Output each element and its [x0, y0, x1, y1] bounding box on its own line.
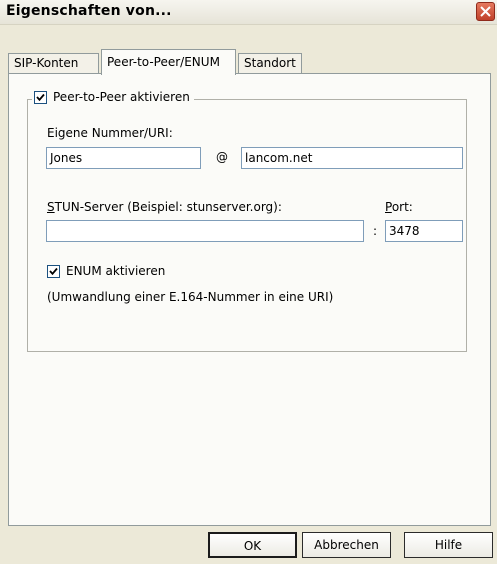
- stun-server-input[interactable]: [46, 220, 364, 242]
- tab-peer-to-peer-enum[interactable]: Peer-to-Peer/ENUM: [101, 49, 236, 75]
- port-label-text: ort:: [391, 200, 413, 214]
- peer-to-peer-legend: Peer-to-Peer aktivieren: [32, 90, 194, 104]
- tab-label: Standort: [244, 56, 296, 70]
- enum-label: ENUM aktivieren: [66, 264, 166, 278]
- enum-checkbox[interactable]: [47, 264, 60, 278]
- title-bar: Eigenschaften von...: [0, 0, 497, 25]
- stun-label-text: TUN-Server (Beispiel: stunserver.org):: [54, 200, 282, 214]
- help-button[interactable]: Hilfe: [404, 532, 493, 558]
- stun-accelerator: S: [47, 200, 55, 214]
- window-title: Eigenschaften von...: [6, 3, 172, 19]
- own-number-label: Eigene Nummer/URI:: [47, 126, 173, 140]
- checkmark-icon: [49, 267, 58, 275]
- close-button[interactable]: [476, 2, 495, 21]
- tab-label: SIP-Konten: [14, 56, 79, 70]
- port-colon: :: [373, 224, 378, 238]
- peer-to-peer-checkbox[interactable]: [34, 90, 47, 104]
- cancel-button[interactable]: Abbrechen: [302, 532, 391, 558]
- ok-button[interactable]: OK: [208, 532, 297, 558]
- tab-standort[interactable]: Standort: [238, 53, 302, 73]
- tab-sip-konten[interactable]: SIP-Konten: [8, 53, 99, 73]
- checkmark-icon: [36, 93, 45, 101]
- at-sign: @: [216, 150, 228, 164]
- port-label: Port:: [385, 200, 413, 214]
- enum-note: (Umwandlung einer E.164-Nummer in eine U…: [47, 290, 334, 304]
- stun-server-label: STUN-Server (Beispiel: stunserver.org):: [47, 200, 282, 214]
- own-number-domain-input[interactable]: lancom.net: [241, 147, 463, 169]
- close-icon: [480, 6, 491, 17]
- tab-label: Peer-to-Peer/ENUM: [107, 55, 220, 69]
- own-number-user-input[interactable]: Jones: [46, 147, 201, 169]
- enum-row: ENUM aktivieren: [47, 264, 165, 278]
- port-input[interactable]: 3478: [385, 220, 463, 242]
- peer-to-peer-label: Peer-to-Peer aktivieren: [53, 90, 190, 104]
- port-accelerator: P: [385, 200, 392, 214]
